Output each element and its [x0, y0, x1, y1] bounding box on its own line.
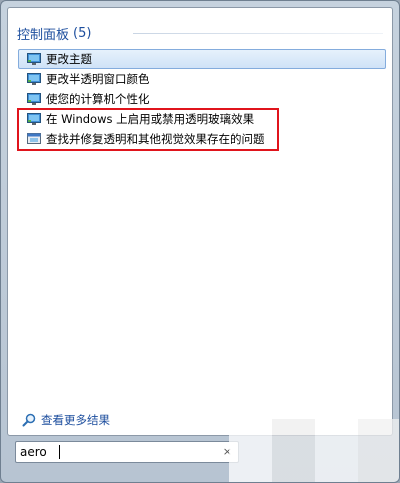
- group-divider: [133, 33, 383, 34]
- display-settings-icon: [27, 93, 41, 105]
- clear-search-icon[interactable]: ×: [223, 445, 232, 458]
- result-item-change-glass-color[interactable]: 更改半透明窗口颜色: [18, 69, 386, 89]
- result-item-troubleshoot-transparency[interactable]: 查找并修复透明和其他视觉效果存在的问题: [18, 129, 386, 149]
- display-settings-icon: [27, 53, 41, 65]
- display-settings-icon: [27, 73, 41, 85]
- result-label: 更改半透明窗口颜色: [46, 72, 150, 86]
- see-more-results-label: 查看更多结果: [41, 413, 110, 427]
- magnifier-icon: [22, 413, 36, 427]
- troubleshoot-icon: [27, 133, 41, 145]
- group-header-control-panel[interactable]: 控制面板 (5): [17, 22, 383, 44]
- result-label: 更改主题: [46, 52, 92, 66]
- search-results-panel: 控制面板 (5) 更改主题 更改半透明窗口颜色 使您的计算机个性化 在 Wind…: [7, 7, 393, 436]
- result-list: 更改主题 更改半透明窗口颜色 使您的计算机个性化 在 Windows 上启用或禁…: [18, 49, 386, 149]
- result-label: 查找并修复透明和其他视觉效果存在的问题: [46, 132, 265, 146]
- result-label: 在 Windows 上启用或禁用透明玻璃效果: [46, 112, 255, 126]
- search-box[interactable]: ×: [15, 441, 239, 463]
- start-menu: 控制面板 (5) 更改主题 更改半透明窗口颜色 使您的计算机个性化 在 Wind…: [0, 0, 400, 483]
- see-more-results-link[interactable]: 查看更多结果: [22, 411, 110, 429]
- group-title: 控制面板: [17, 27, 70, 43]
- result-item-change-theme[interactable]: 更改主题: [18, 49, 386, 69]
- result-item-toggle-transparency[interactable]: 在 Windows 上启用或禁用透明玻璃效果: [18, 109, 386, 129]
- search-input[interactable]: [20, 445, 210, 459]
- result-label: 使您的计算机个性化: [46, 92, 150, 106]
- text-caret: [59, 445, 60, 459]
- display-settings-icon: [27, 113, 41, 125]
- group-count: (5): [73, 25, 92, 41]
- result-item-personalize[interactable]: 使您的计算机个性化: [18, 89, 386, 109]
